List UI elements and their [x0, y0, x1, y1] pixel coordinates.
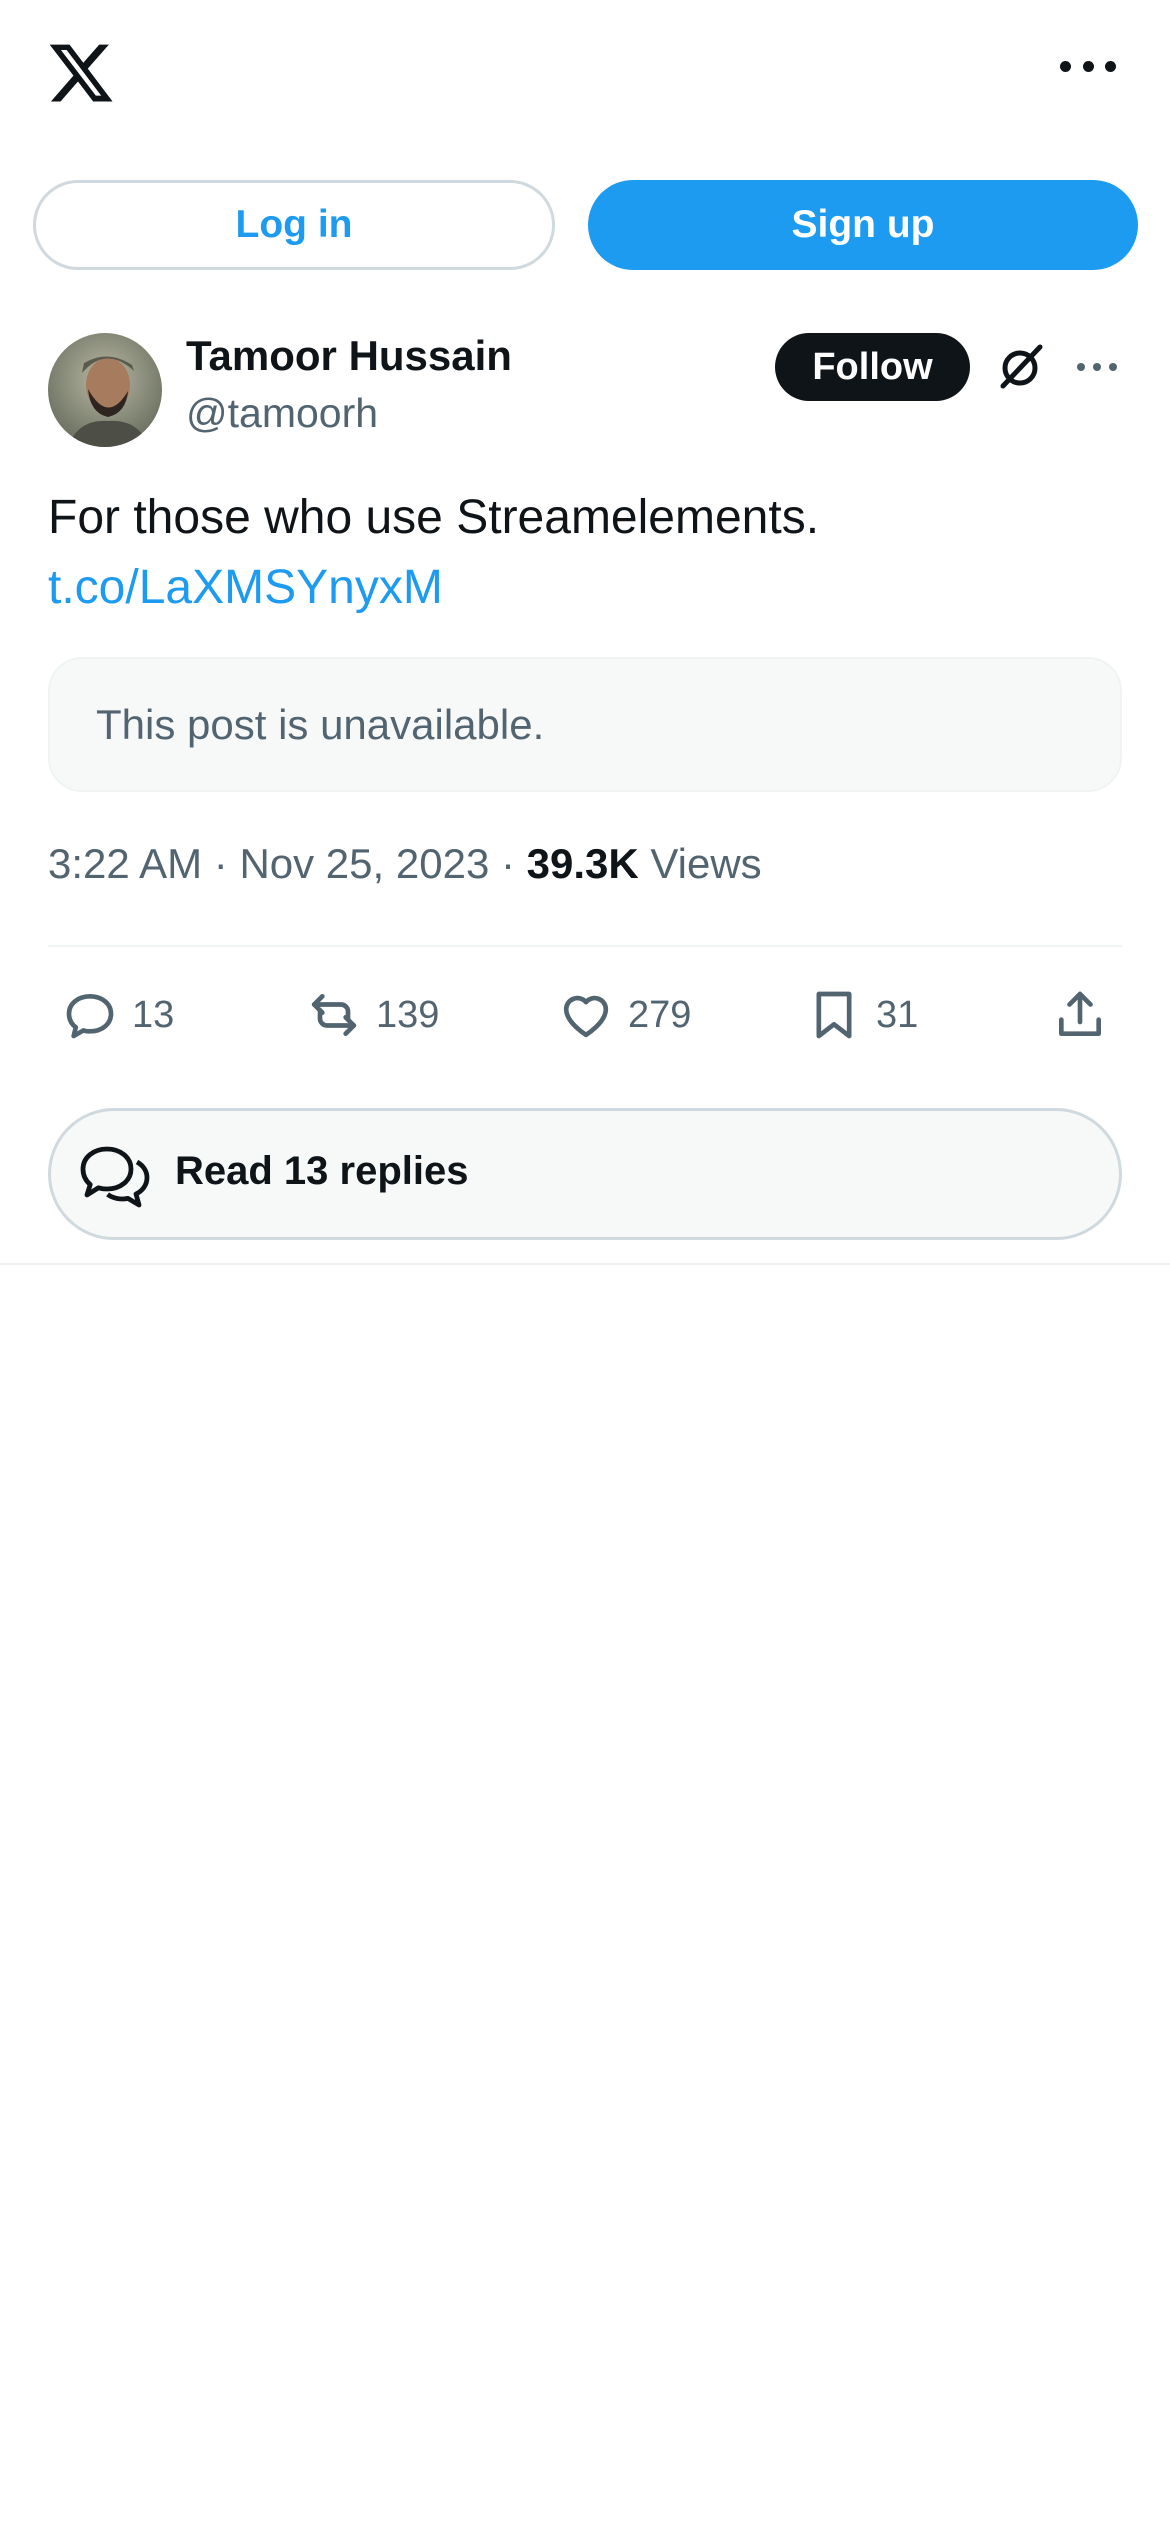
like-button[interactable]: 279 [558, 987, 691, 1043]
repost-count: 139 [376, 993, 440, 1036]
bookmark-icon [816, 991, 852, 1039]
share-icon [1059, 991, 1101, 1036]
unavailable-text: This post is unavailable. [96, 701, 545, 748]
views-count: 39.3K [526, 840, 639, 887]
reply-count: 13 [132, 993, 175, 1036]
login-button[interactable]: Log in [33, 180, 555, 270]
follow-button[interactable]: Follow [775, 333, 970, 401]
like-count: 279 [628, 993, 692, 1036]
post-date[interactable]: Nov 25, 2023 [239, 840, 489, 887]
reply-icon [66, 994, 114, 1039]
author-name[interactable]: Tamoor Hussain [186, 332, 512, 380]
divider [48, 945, 1122, 947]
meta-separator: · [500, 840, 515, 887]
read-replies-label: Read 13 replies [175, 1149, 469, 1193]
post-time[interactable]: 3:22 AM [48, 840, 202, 887]
meta-separator: · [213, 840, 228, 887]
repost-button[interactable]: 139 [306, 987, 439, 1043]
avatar-photo [48, 333, 162, 447]
author-handle[interactable]: @tamoorh [186, 390, 378, 437]
signup-button[interactable]: Sign up [588, 180, 1138, 270]
post-more-icon[interactable] [1077, 360, 1117, 374]
post-text: For those who use Streamelements. [48, 491, 820, 544]
grok-icon[interactable] [993, 338, 1049, 394]
bookmark-button[interactable]: 31 [806, 987, 918, 1043]
bookmark-count: 31 [876, 993, 919, 1036]
x-logo-icon[interactable] [46, 38, 116, 108]
more-options-icon[interactable] [1060, 56, 1116, 76]
read-replies-button[interactable]: Read 13 replies [48, 1108, 1122, 1240]
conversation-icon [80, 1146, 150, 1208]
views-label: Views [650, 840, 762, 887]
divider [0, 1263, 1170, 1265]
avatar[interactable] [48, 333, 162, 447]
share-button[interactable] [1052, 987, 1108, 1043]
post-link[interactable]: t.co/LaXMSYnyxM [48, 560, 443, 615]
reply-button[interactable]: 13 [62, 987, 174, 1043]
repost-icon [311, 994, 357, 1036]
quoted-post-unavailable: This post is unavailable. [48, 657, 1122, 792]
heart-icon [563, 995, 609, 1038]
post-meta: 3:22 AM · Nov 25, 2023 · 39.3K Views [48, 840, 762, 888]
